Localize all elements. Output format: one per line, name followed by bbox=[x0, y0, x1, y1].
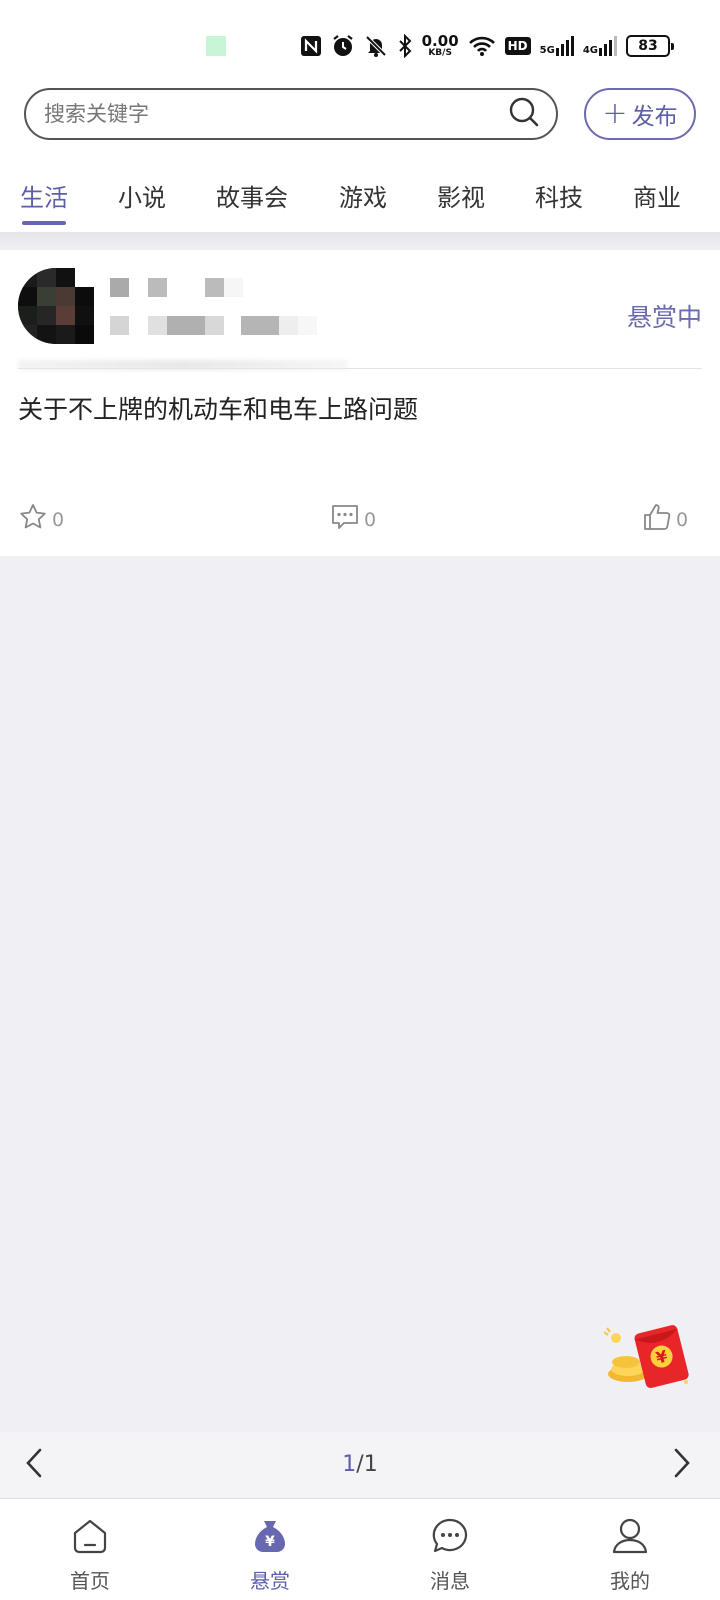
nav-messages[interactable]: 消息 bbox=[360, 1499, 540, 1600]
post-meta-blurred bbox=[110, 316, 317, 335]
search-icon[interactable] bbox=[508, 96, 540, 132]
publish-button[interactable]: + 发布 bbox=[584, 88, 696, 140]
tab-novel[interactable]: 小说 bbox=[118, 178, 166, 213]
pagination: 1/1 bbox=[0, 1432, 720, 1498]
alarm-icon bbox=[331, 34, 355, 58]
signal-bars-icon bbox=[599, 36, 617, 56]
page-separator: / bbox=[356, 1452, 364, 1477]
comment-count: 0 bbox=[364, 508, 377, 531]
signal-bars-icon bbox=[555, 36, 574, 56]
nav-home-label: 首页 bbox=[70, 1569, 110, 1593]
net-speed-value: 0.00 bbox=[421, 32, 459, 50]
current-page: 1 bbox=[342, 1452, 357, 1477]
user-icon bbox=[611, 1517, 649, 1559]
nav-messages-label: 消息 bbox=[430, 1569, 470, 1593]
net-speed: 0.00 KB/S bbox=[422, 34, 459, 58]
nav-home[interactable]: 首页 bbox=[0, 1499, 180, 1600]
red-packet-button[interactable]: ¥ bbox=[603, 1322, 700, 1392]
nav-reward-label: 悬赏 bbox=[250, 1569, 290, 1593]
nav-reward[interactable]: ¥ 悬赏 bbox=[180, 1499, 360, 1600]
tab-film[interactable]: 影视 bbox=[437, 178, 485, 213]
signal-4g-label: 4G bbox=[582, 45, 598, 56]
header-shadow bbox=[0, 232, 720, 250]
avatar[interactable] bbox=[18, 268, 94, 344]
nav-profile-label: 我的 bbox=[610, 1569, 650, 1593]
category-tabs: 生活 小说 故事会 游戏 影视 科技 商业 bbox=[0, 172, 720, 228]
bluetooth-icon bbox=[397, 34, 413, 58]
favorite-count: 0 bbox=[52, 508, 65, 531]
comment-icon[interactable] bbox=[330, 502, 360, 537]
battery-level: 83 bbox=[638, 38, 658, 54]
nfc-icon bbox=[300, 34, 322, 58]
star-icon[interactable] bbox=[18, 502, 48, 537]
home-icon bbox=[71, 1517, 109, 1559]
thumbs-up-icon[interactable] bbox=[642, 502, 672, 537]
search-bar[interactable] bbox=[24, 88, 558, 140]
svg-text:¥: ¥ bbox=[265, 1534, 275, 1550]
signal-4g: 4G bbox=[583, 36, 617, 56]
nav-profile[interactable]: 我的 bbox=[540, 1499, 720, 1600]
divider bbox=[18, 368, 702, 369]
status-bar: 0.00 KB/S HD 5G 4G 83 bbox=[0, 0, 720, 76]
money-bag-icon: ¥ bbox=[251, 1517, 289, 1559]
wifi-icon bbox=[468, 34, 496, 58]
bottom-nav: 首页 ¥ 悬赏 消息 我的 bbox=[0, 1498, 720, 1600]
hd-icon: HD bbox=[504, 34, 531, 58]
header: + 发布 生活 小说 故事会 游戏 影视 科技 商业 bbox=[0, 76, 720, 232]
page-indicator: 1/1 bbox=[0, 1452, 720, 1477]
mute-bell-icon bbox=[364, 34, 388, 58]
status-icons: 0.00 KB/S HD 5G 4G 83 bbox=[300, 32, 674, 60]
chat-icon bbox=[431, 1517, 469, 1559]
plus-icon: + bbox=[602, 96, 628, 131]
like-stat[interactable]: 0 bbox=[642, 502, 688, 537]
hd-label: HD bbox=[504, 37, 531, 55]
net-speed-unit: KB/S bbox=[428, 48, 452, 58]
battery-icon: 83 bbox=[626, 35, 674, 57]
status-badge: 悬赏中 bbox=[626, 303, 702, 332]
tab-life[interactable]: 生活 bbox=[20, 178, 68, 225]
username-blurred bbox=[110, 278, 243, 297]
tab-story[interactable]: 故事会 bbox=[216, 178, 288, 213]
post-title[interactable]: 关于不上牌的机动车和电车上路问题 bbox=[18, 390, 418, 426]
tab-tech[interactable]: 科技 bbox=[535, 178, 583, 213]
tab-game[interactable]: 游戏 bbox=[339, 178, 387, 213]
search-input[interactable] bbox=[44, 102, 508, 126]
comment-stat[interactable]: 0 bbox=[330, 502, 376, 537]
tab-business[interactable]: 商业 bbox=[633, 178, 681, 213]
notification-dot bbox=[206, 36, 226, 56]
signal-5g-label: 5G bbox=[539, 45, 555, 56]
post-card[interactable]: 悬赏中 关于不上牌的机动车和电车上路问题 0 0 0 bbox=[0, 250, 720, 556]
like-count: 0 bbox=[676, 508, 689, 531]
publish-label: 发布 bbox=[631, 104, 678, 130]
total-pages: 1 bbox=[363, 1452, 378, 1477]
next-page-button[interactable] bbox=[672, 1446, 692, 1485]
favorite-stat[interactable]: 0 bbox=[18, 502, 64, 537]
signal-5g: 5G bbox=[540, 36, 574, 56]
